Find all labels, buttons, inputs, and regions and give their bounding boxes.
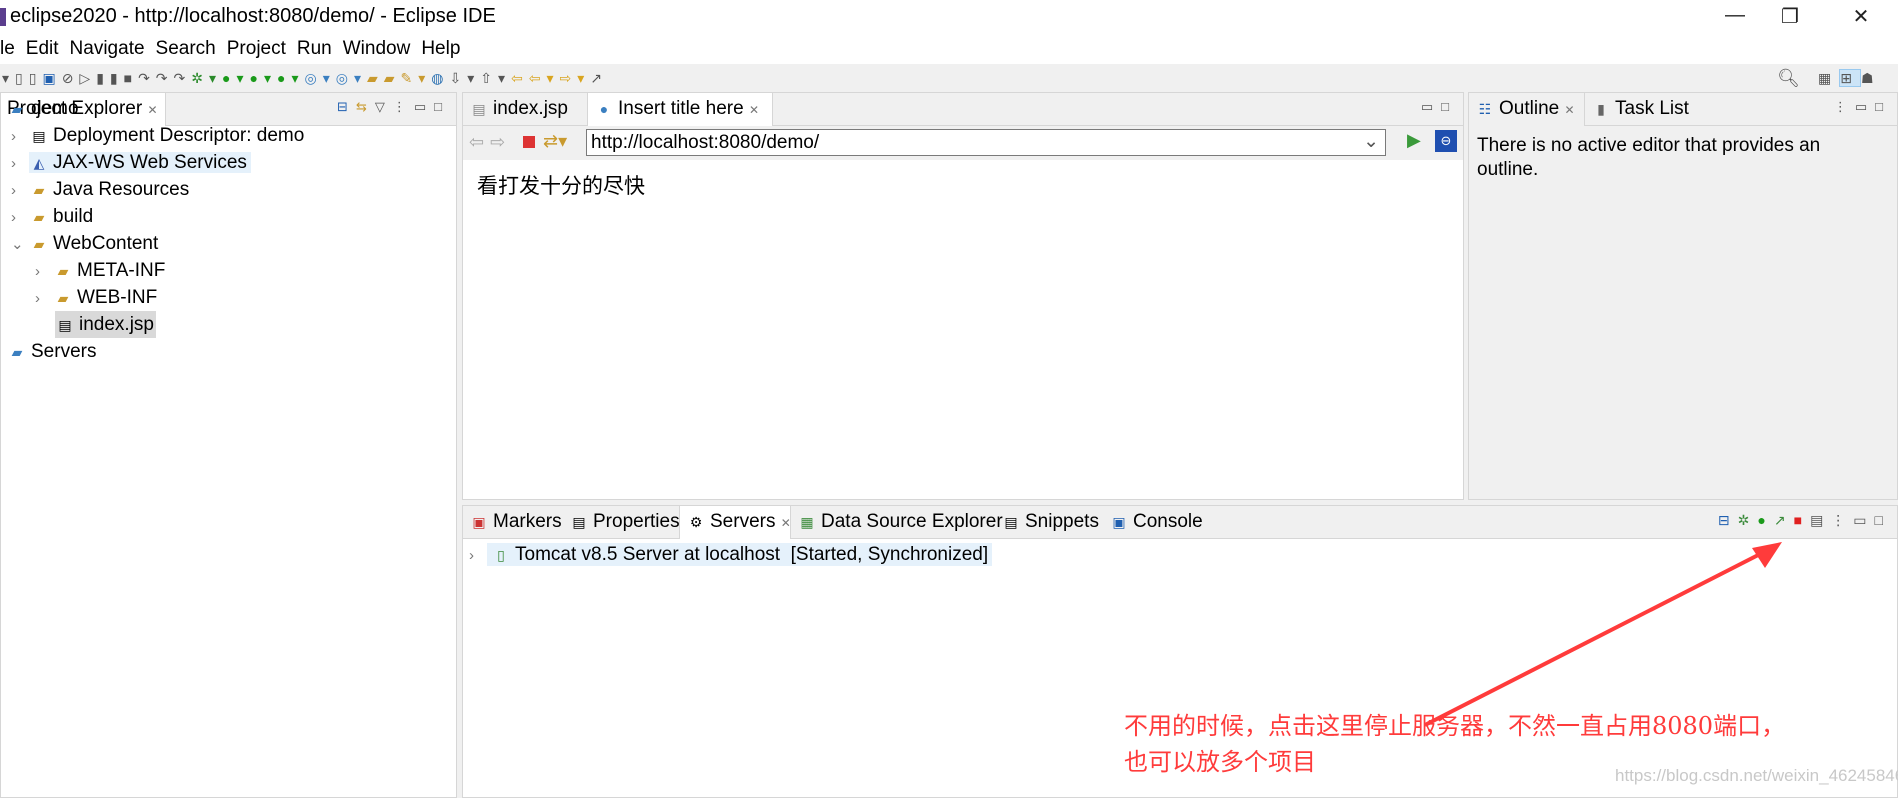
watermark: https://blog.csdn.net/weixin_46245846 bbox=[1615, 766, 1898, 785]
annotation-line-1: 不用的时候，点击这里停止服务器，不然一直占用8080端口， bbox=[1124, 712, 1786, 740]
annotation-arrow bbox=[1424, 542, 1782, 727]
arrow-line bbox=[1424, 548, 1769, 727]
